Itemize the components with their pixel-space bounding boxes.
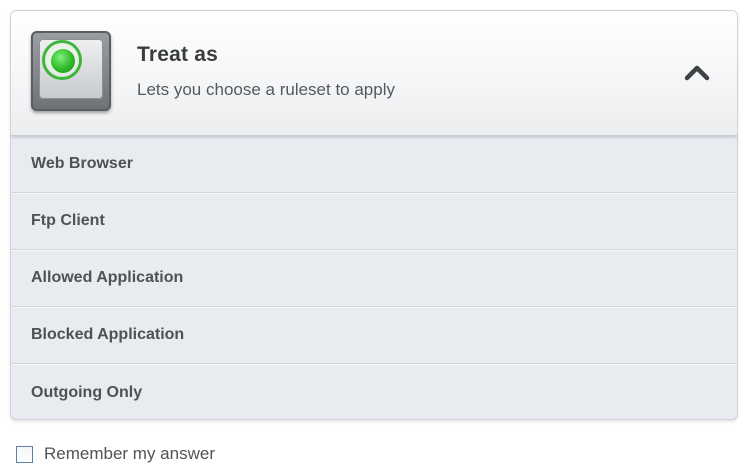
option-label: Allowed Application: [31, 269, 184, 286]
option-label: Web Browser: [31, 155, 133, 172]
ruleset-options-list: Web Browser Ftp Client Allowed Applicati…: [11, 136, 737, 419]
remember-checkbox[interactable]: [16, 445, 33, 463]
option-label: Blocked Application: [31, 326, 185, 343]
panel-title: Treat as: [137, 43, 218, 66]
icon-green-dot: [51, 49, 75, 73]
treat-as-panel: Treat as Lets you choose a ruleset to ap…: [10, 10, 738, 420]
option-web-browser[interactable]: Web Browser: [11, 136, 737, 193]
remember-answer-row[interactable]: Remember my answer: [16, 444, 215, 464]
option-label: Ftp Client: [31, 212, 105, 229]
panel-subtitle: Lets you choose a ruleset to apply: [137, 80, 395, 99]
option-ftp-client[interactable]: Ftp Client: [11, 193, 737, 250]
ruleset-status-icon: [31, 31, 111, 111]
collapse-button[interactable]: [679, 55, 715, 91]
option-label: Outgoing Only: [31, 383, 143, 401]
panel-header[interactable]: Treat as Lets you choose a ruleset to ap…: [11, 11, 737, 136]
option-outgoing-only[interactable]: Outgoing Only: [11, 364, 737, 419]
option-allowed-application[interactable]: Allowed Application: [11, 250, 737, 307]
chevron-up-icon: [684, 65, 710, 81]
remember-label: Remember my answer: [44, 444, 215, 463]
option-blocked-application[interactable]: Blocked Application: [11, 307, 737, 364]
